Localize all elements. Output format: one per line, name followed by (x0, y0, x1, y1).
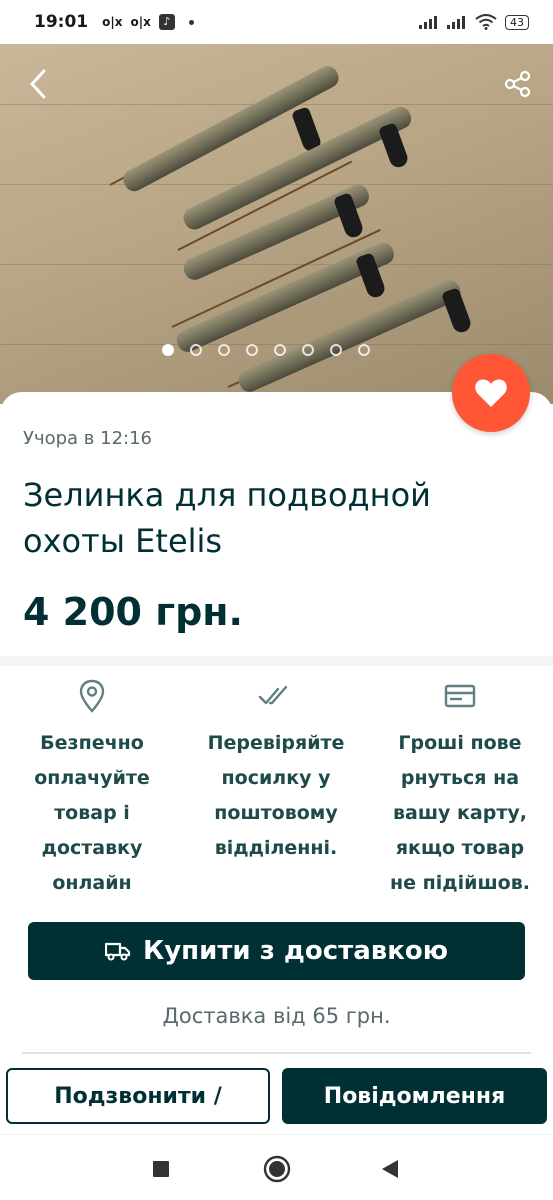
location-pin-icon (79, 679, 105, 713)
safe-delivery-features: Безпечно оплачуйте товар і доставку онла… (0, 676, 553, 901)
back-button[interactable] (18, 64, 58, 104)
back-nav-button[interactable] (380, 1158, 400, 1184)
gallery-dot[interactable] (302, 344, 314, 356)
home-button[interactable] (263, 1155, 291, 1187)
share-button[interactable] (498, 64, 538, 104)
share-icon (504, 70, 531, 98)
notification-icons: o|x o|x ♪ (102, 14, 194, 30)
wifi-icon (475, 14, 497, 30)
status-bar: 19:01 o|x o|x ♪ 43 (0, 0, 553, 44)
chevron-left-icon (30, 69, 46, 99)
gallery-dot[interactable] (162, 344, 174, 356)
gallery-dot[interactable] (274, 344, 286, 356)
feature-check-parcel: Перевіряйте посилку у поштовому відділен… (184, 676, 368, 901)
feature-text: Гроші пове рнуться на вашу карту, якщо т… (390, 732, 530, 894)
gallery-pagination (162, 344, 370, 356)
call-button-label: Подзвонити / (54, 1083, 222, 1109)
signal-icon (419, 15, 439, 29)
card-icon (444, 684, 476, 708)
olx-icon: o|x (130, 15, 151, 29)
feature-text: Безпечно оплачуйте товар і доставку онла… (34, 732, 150, 894)
gallery-dot[interactable] (218, 344, 230, 356)
recents-button[interactable] (152, 1160, 170, 1182)
posted-date: Учора в 12:16 (23, 428, 152, 449)
square-icon (153, 1161, 169, 1177)
double-check-icon (258, 685, 288, 705)
image-gallery[interactable] (0, 44, 553, 404)
favorite-button[interactable] (452, 354, 530, 432)
feature-refund: Гроші пове рнуться на вашу карту, якщо т… (368, 676, 552, 901)
message-button[interactable]: Повідомлення (282, 1068, 547, 1124)
delivery-price: Доставка від 65 грн. (162, 1004, 391, 1028)
music-app-icon: ♪ (158, 14, 175, 30)
buy-with-delivery-button[interactable]: Купити з доставкою (28, 922, 525, 980)
divider (22, 1052, 531, 1054)
gallery-dot[interactable] (246, 344, 258, 356)
olx-icon: o|x (102, 15, 123, 29)
listing-price: 4 200 грн. (23, 590, 243, 634)
feature-safe-payment: Безпечно оплачуйте товар і доставку онла… (0, 676, 184, 901)
signal-icon (447, 15, 467, 29)
heart-icon (475, 379, 507, 407)
message-button-label: Повідомлення (323, 1083, 506, 1109)
feature-text: Перевіряйте посилку у поштовому відділен… (207, 732, 345, 859)
listing-title: Зелинка для подводной охоты Etelis (23, 476, 431, 560)
triangle-back-icon (382, 1160, 398, 1178)
section-separator (0, 656, 553, 666)
buy-button-label: Купити з доставкою (142, 936, 448, 966)
dot-icon (188, 19, 194, 25)
home-circle-icon (263, 1155, 291, 1183)
status-time: 19:01 (34, 12, 89, 32)
status-right: 43 (419, 14, 529, 30)
system-navigation-bar (0, 1134, 553, 1200)
gallery-dot[interactable] (330, 344, 342, 356)
gallery-dot[interactable] (358, 344, 370, 356)
battery-indicator: 43 (505, 14, 529, 30)
call-button[interactable]: Подзвонити / (6, 1068, 270, 1124)
truck-icon (104, 942, 131, 961)
gallery-dot[interactable] (190, 344, 202, 356)
